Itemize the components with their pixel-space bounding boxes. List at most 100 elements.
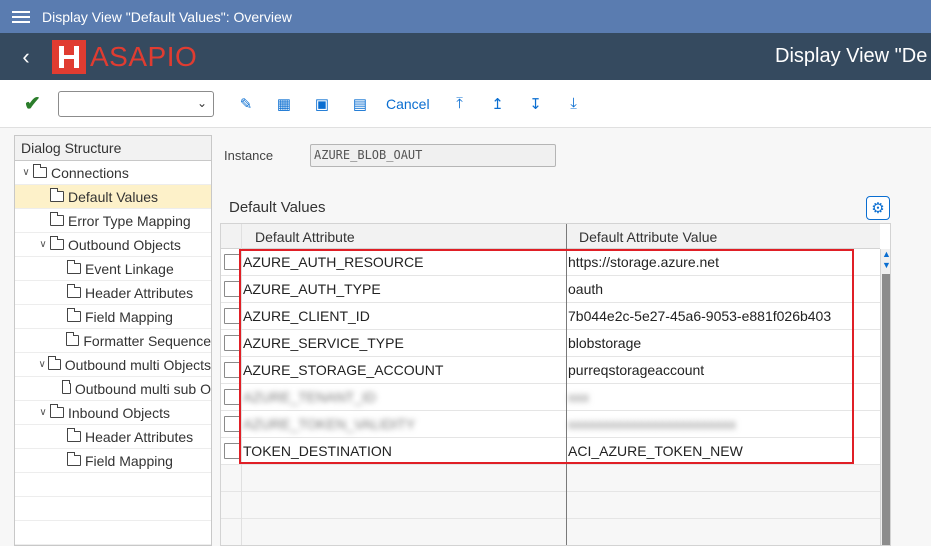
- tree-item-label: Event Linkage: [85, 260, 174, 277]
- cell-attribute: AZURE_TENANT_ID: [243, 389, 377, 405]
- column-header-attribute[interactable]: Default Attribute: [255, 229, 355, 245]
- row-select-checkbox[interactable]: [224, 389, 240, 405]
- cell-attribute: AZURE_AUTH_TYPE: [243, 281, 381, 297]
- cell-attribute: AZURE_CLIENT_ID: [243, 308, 370, 324]
- cancel-button[interactable]: Cancel: [386, 96, 430, 112]
- column-header-value[interactable]: Default Attribute Value: [579, 229, 717, 245]
- expand-chevron-icon[interactable]: ∨: [36, 239, 50, 250]
- vertical-scrollbar[interactable]: ▲ ▼: [880, 249, 890, 545]
- tree-item-label: Error Type Mapping: [68, 212, 191, 229]
- last-page-icon[interactable]: ⤓: [560, 90, 588, 118]
- folder-icon: [48, 356, 61, 370]
- open-folder-icon: [50, 188, 64, 202]
- table-row[interactable]: AZURE_CLIENT_ID 7b044e2c-5e27-45a6-9053-e…: [221, 303, 880, 330]
- row-select-checkbox[interactable]: [224, 281, 240, 297]
- cell-value: xxxxxxxxxxxxxxxxxxxxxxxx: [568, 416, 736, 432]
- table-row[interactable]: AZURE_SERVICE_TYPE blobstorage: [221, 330, 880, 357]
- tree-item[interactable]: ∨ Outbound multi Objects: [15, 353, 211, 377]
- cell-attribute: AZURE_SERVICE_TYPE: [243, 335, 404, 351]
- select-all-icon[interactable]: ▦: [270, 90, 298, 118]
- table-row[interactable]: TOKEN_DESTINATION ACI_AZURE_TOKEN_NEW: [221, 438, 880, 465]
- tree-item-label: Outbound multi Objects: [64, 356, 211, 373]
- expand-chevron-icon[interactable]: ∨: [36, 359, 48, 370]
- page-title: Display View "De: [775, 45, 928, 67]
- folder-icon: [61, 380, 71, 394]
- folder-icon: [67, 260, 81, 274]
- table-row[interactable]: AZURE_TENANT_ID xxx: [221, 384, 880, 411]
- section-title: Default Values: [229, 199, 326, 216]
- confirm-check-icon[interactable]: ✔: [24, 91, 48, 116]
- row-select-checkbox[interactable]: [224, 362, 240, 378]
- tree-item[interactable]: Field Mapping: [15, 449, 211, 473]
- table-row[interactable]: AZURE_AUTH_RESOURCE https://storage.azure…: [221, 249, 880, 276]
- chevron-down-icon: ⌄: [196, 95, 207, 110]
- scroll-updown-icon[interactable]: ▲ ▼: [881, 249, 890, 273]
- cell-attribute: AZURE_STORAGE_ACCOUNT: [243, 362, 444, 378]
- row-select-checkbox[interactable]: [224, 254, 240, 270]
- tree-item[interactable]: Outbound multi sub O: [15, 377, 211, 401]
- tree-item[interactable]: ∨ Outbound Objects: [15, 233, 211, 257]
- tree-item[interactable]: Header Attributes: [15, 425, 211, 449]
- folder-icon: [50, 404, 64, 418]
- instance-label: Instance: [224, 148, 274, 163]
- dialog-structure-tree: Dialog Structure ∨ Connections Default Val…: [14, 135, 212, 546]
- tree-item-label: Default Values: [68, 188, 159, 205]
- row-select-checkbox[interactable]: [224, 443, 240, 459]
- row-select-checkbox[interactable]: [224, 416, 240, 432]
- instance-field[interactable]: AZURE_BLOB_OAUT: [310, 144, 556, 167]
- tree-item[interactable]: ∨ Connections: [15, 161, 211, 185]
- cell-value: blobstorage: [568, 335, 642, 351]
- table-row[interactable]: AZURE_STORAGE_ACCOUNT purreqstorageaccoun…: [221, 357, 880, 384]
- logo-text: ASAPIO: [90, 40, 198, 72]
- tree-empty-row: [15, 473, 211, 497]
- command-dropdown[interactable]: ⌄: [58, 90, 214, 117]
- tree-item[interactable]: Event Linkage: [15, 257, 211, 281]
- next-page-icon[interactable]: ↧: [522, 90, 550, 118]
- table-settings-gear-icon[interactable]: ⚙: [866, 196, 890, 220]
- tree-item[interactable]: Field Mapping: [15, 305, 211, 329]
- first-page-icon[interactable]: ⤒: [446, 90, 474, 118]
- folder-icon: [67, 452, 81, 466]
- row-select-checkbox[interactable]: [224, 335, 240, 351]
- tree-item-label: Connections: [51, 164, 129, 181]
- logo-mark-icon: [52, 39, 86, 74]
- column-divider: [241, 224, 242, 545]
- cell-attribute: AZURE_TOKEN_VALIDITY: [243, 416, 416, 432]
- folder-icon: [66, 332, 80, 346]
- select-block-icon[interactable]: ▣: [308, 90, 336, 118]
- display-change-icon[interactable]: ✎: [232, 90, 260, 118]
- table-row[interactable]: AZURE_AUTH_TYPE oauth: [221, 276, 880, 303]
- toolbar: ✔ ⌄ ✎ ▦ ▣ ▤ Cancel ⤒ ↥ ↧ ⤓: [0, 80, 931, 128]
- tree-item[interactable]: Formatter Sequence: [15, 329, 211, 353]
- column-divider[interactable]: [566, 224, 567, 545]
- default-values-table: Default Attribute Default Attribute Valu…: [220, 223, 891, 546]
- cell-value: 7b044e2c-5e27-45a6-9053-e881f026b403: [568, 308, 832, 324]
- folder-icon: [67, 428, 81, 442]
- cell-value: xxx: [568, 389, 589, 405]
- tree-item[interactable]: Error Type Mapping: [15, 209, 211, 233]
- expand-chevron-icon[interactable]: ∨: [36, 407, 50, 418]
- folder-icon: [50, 236, 64, 250]
- expand-chevron-icon[interactable]: ∨: [19, 167, 33, 178]
- tree-item-label: Header Attributes: [85, 428, 194, 445]
- tree-item[interactable]: Header Attributes: [15, 281, 211, 305]
- app-header: ‹ ASAPIO Display View "De: [0, 33, 931, 80]
- tree-item[interactable]: Default Values: [15, 185, 211, 209]
- previous-page-icon[interactable]: ↥: [484, 90, 512, 118]
- table-empty-row: [221, 519, 880, 545]
- back-arrow-icon[interactable]: ‹: [0, 33, 52, 80]
- tree-empty-row: [15, 497, 211, 521]
- scrollbar-thumb[interactable]: [882, 274, 890, 545]
- table-row[interactable]: AZURE_TOKEN_VALIDITY xxxxxxxxxxxxxxxxxxxx…: [221, 411, 880, 438]
- tree-empty-row: [15, 521, 211, 545]
- tree-item-label: Outbound Objects: [68, 236, 181, 253]
- table-empty-row: [221, 465, 880, 492]
- hamburger-menu-icon[interactable]: [0, 0, 42, 33]
- window-title: Display View "Default Values": Overview: [42, 8, 292, 25]
- row-select-checkbox[interactable]: [224, 308, 240, 324]
- table-header: Default Attribute Default Attribute Valu…: [221, 224, 880, 249]
- tree-item[interactable]: ∨ Inbound Objects: [15, 401, 211, 425]
- tree-item-label: Outbound multi sub O: [74, 380, 211, 397]
- cell-value: purreqstorageaccount: [568, 362, 705, 378]
- deselect-all-icon[interactable]: ▤: [346, 90, 374, 118]
